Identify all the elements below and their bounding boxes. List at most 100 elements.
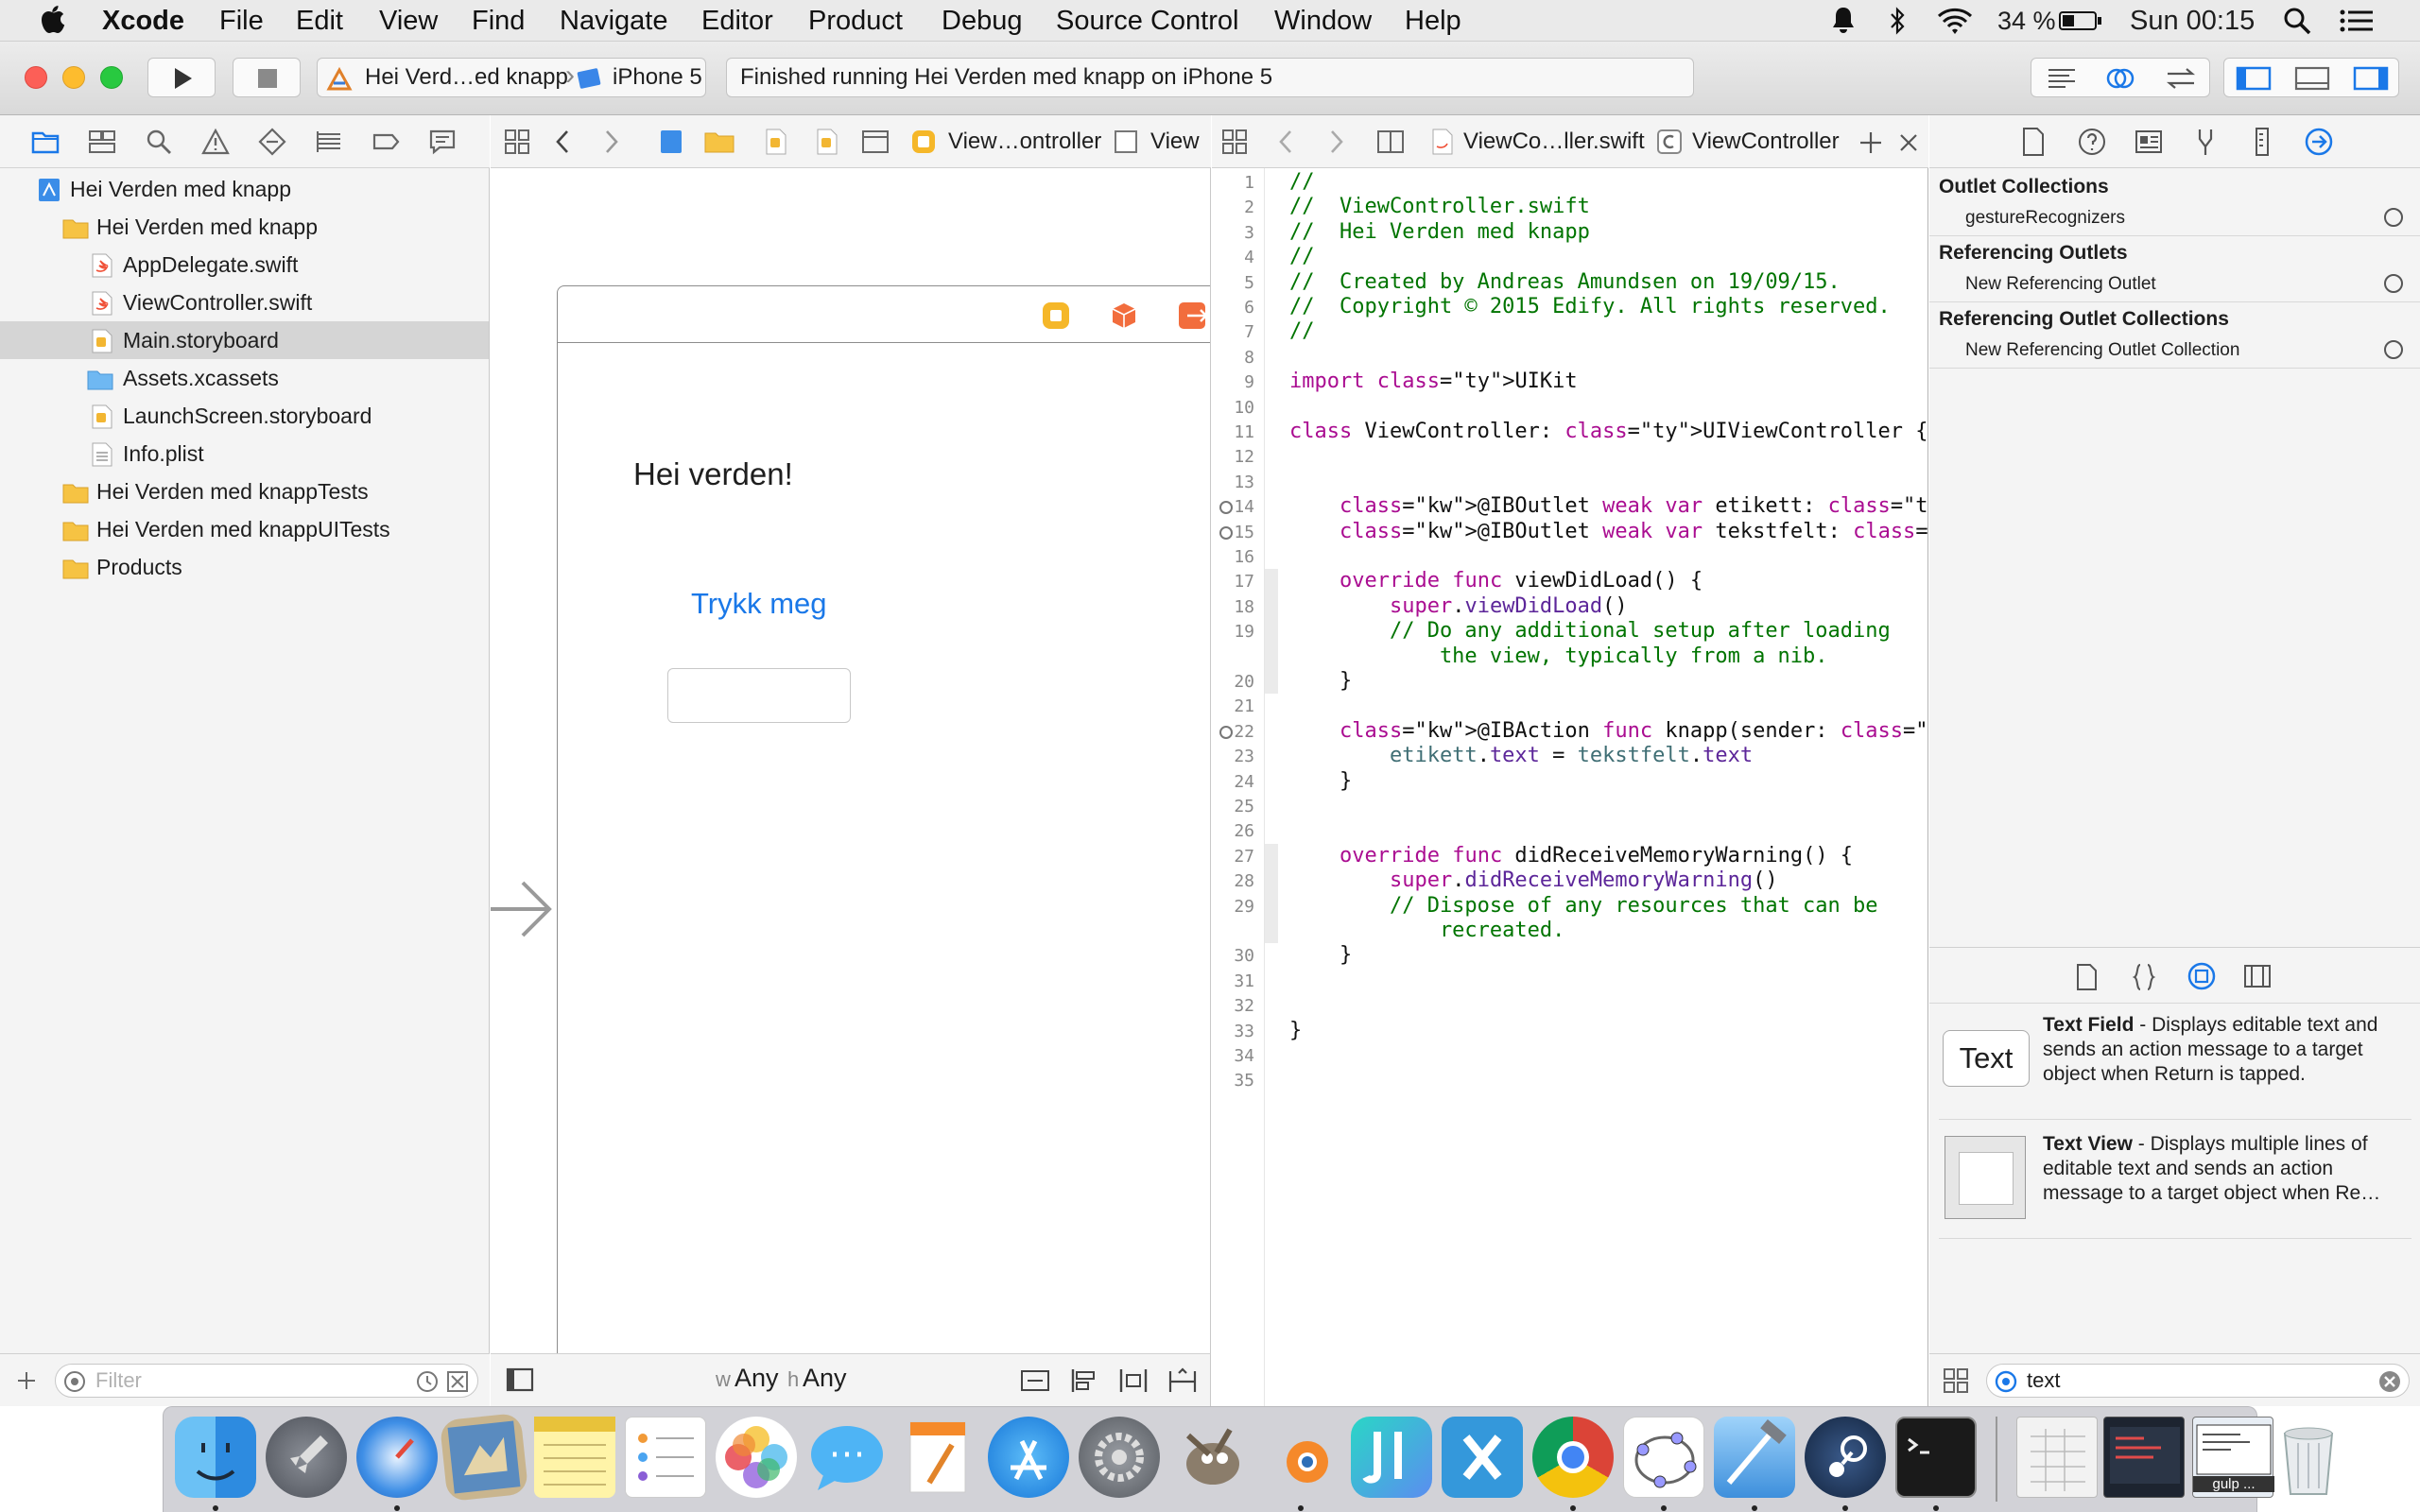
test-navigator-tab-icon[interactable] <box>257 127 287 157</box>
assistant-editor-icon[interactable] <box>2103 64 2137 93</box>
scene-crumb-icon[interactable] <box>861 129 890 155</box>
text-field[interactable] <box>667 668 851 723</box>
toggle-utilities-icon[interactable] <box>2353 66 2389 91</box>
trash-dock-icon[interactable] <box>2268 1417 2349 1498</box>
code-snippet-library-icon[interactable] <box>2132 963 2156 991</box>
code-line[interactable]: // <box>1289 319 1315 343</box>
add-editor-icon[interactable] <box>1858 130 1883 155</box>
code-line[interactable]: // Hei Verden med knapp <box>1289 220 1590 244</box>
code-line[interactable]: import class="ty">UIKit <box>1289 369 1578 393</box>
report-navigator-tab-icon[interactable] <box>427 127 458 157</box>
project-navigator-tab-icon[interactable] <box>30 127 60 157</box>
menu-edit[interactable]: Edit <box>296 0 343 42</box>
jetbrains-dock-icon[interactable] <box>1351 1417 1432 1498</box>
code-line[interactable]: } <box>1289 943 1352 967</box>
zoom-window-button[interactable] <box>100 66 123 89</box>
class-symbol-icon[interactable] <box>1656 129 1683 155</box>
code-line[interactable]: // <box>1289 170 1315 194</box>
gimp-dock-icon[interactable] <box>1169 1417 1251 1498</box>
identity-inspector-icon[interactable] <box>2134 127 2164 157</box>
menu-file[interactable]: File <box>219 0 264 42</box>
size-class-width[interactable]: Any <box>735 1364 779 1393</box>
library-item-text-view[interactable]: Text View - Displays multiple lines of e… <box>1929 1123 2420 1242</box>
tree-item-tests-group[interactable]: Hei Verden med knappTests <box>0 472 489 510</box>
menu-debug[interactable]: Debug <box>942 0 1022 42</box>
document-outline-toggle-icon[interactable] <box>506 1367 534 1392</box>
tree-item-viewcontroller[interactable]: ViewController.swift <box>0 284 489 321</box>
wifi-icon[interactable] <box>1936 6 1974 36</box>
xcode-dock-icon[interactable] <box>1714 1417 1795 1498</box>
menu-view[interactable]: View <box>379 0 438 42</box>
bluetooth-icon[interactable] <box>1887 6 1908 36</box>
mail-dock-icon[interactable] <box>439 1412 529 1503</box>
attributes-inspector-icon[interactable] <box>2190 127 2221 157</box>
jump-bar-scene-label[interactable]: View…ontroller <box>948 115 1101 167</box>
back-chevron-icon[interactable] <box>1276 129 1295 155</box>
hello-label[interactable]: Hei verden! <box>633 456 793 492</box>
library-item-text-field[interactable]: Text Text Field - Displays editable text… <box>1929 1004 2420 1123</box>
entry-point-arrow-icon[interactable] <box>491 875 553 943</box>
tree-item-main-storyboard[interactable]: Main.storyboard <box>0 321 489 359</box>
messages-dock-icon[interactable] <box>806 1417 888 1498</box>
menu-editor[interactable]: Editor <box>701 0 773 42</box>
code-line[interactable]: recreated. <box>1289 919 1564 942</box>
menu-source-control[interactable]: Source Control <box>1056 0 1238 42</box>
app-store-dock-icon[interactable] <box>988 1417 1069 1498</box>
geogebra-dock-icon[interactable] <box>1623 1417 1704 1498</box>
first-responder-dock-icon[interactable] <box>1110 301 1138 330</box>
tree-item-appdelegate[interactable]: AppDelegate.swift <box>0 246 489 284</box>
object-library-icon[interactable] <box>2187 961 2217 991</box>
back-chevron-icon[interactable] <box>553 129 572 155</box>
find-navigator-tab-icon[interactable] <box>144 127 174 157</box>
unsaved-files-icon[interactable] <box>445 1369 470 1394</box>
referencing-outlet-collection-circle[interactable] <box>2384 340 2403 359</box>
menubar-clock[interactable]: Sun 00:15 <box>2130 0 2255 42</box>
project-crumb-icon[interactable] <box>659 129 683 155</box>
code-line[interactable]: class ViewController: class="ty">UIViewC… <box>1289 420 1927 443</box>
system-preferences-dock-icon[interactable] <box>1079 1417 1160 1498</box>
code-line[interactable]: // Dispose of any resources that can be <box>1289 894 1878 918</box>
related-items-icon[interactable] <box>504 129 532 155</box>
terminal-dock-icon[interactable] <box>1895 1417 1977 1498</box>
battery-icon[interactable] <box>2058 6 2103 36</box>
minimized-window-dock-icon[interactable] <box>2103 1417 2185 1498</box>
view-controller-scene[interactable]: Hei verden! Trykk meg <box>557 285 1210 1353</box>
swift-file-crumb-icon[interactable] <box>1431 129 1454 155</box>
file-template-library-icon[interactable] <box>2075 963 2100 991</box>
tree-item-project[interactable]: Hei Verden med knapp <box>0 170 489 208</box>
minimize-window-button[interactable] <box>62 66 85 89</box>
tree-item-launchscreen[interactable]: LaunchScreen.storyboard <box>0 397 489 435</box>
size-inspector-icon[interactable] <box>2247 127 2277 157</box>
related-items-icon[interactable] <box>1221 129 1250 155</box>
code-line[interactable]: class="kw">@IBAction func knapp(sender: … <box>1289 719 1927 743</box>
outlet-connection-circle[interactable] <box>2384 208 2403 227</box>
outlet-connection-indicator-icon[interactable] <box>1219 525 1233 540</box>
code-folding-ribbon[interactable] <box>1265 843 1278 944</box>
spotlight-search-icon[interactable] <box>2282 6 2312 36</box>
issue-navigator-tab-icon[interactable] <box>200 127 231 157</box>
version-editor-icon[interactable] <box>2164 66 2198 91</box>
file-inspector-icon[interactable] <box>2020 127 2047 157</box>
forward-chevron-icon[interactable] <box>1327 129 1346 155</box>
storyboard-base-crumb-icon[interactable] <box>816 129 838 155</box>
code-line[interactable]: } <box>1289 669 1352 693</box>
code-line[interactable]: // <box>1289 245 1315 268</box>
code-line[interactable]: class="kw">@IBOutlet weak var tekstfelt:… <box>1289 520 1927 543</box>
finder-dock-icon[interactable] <box>175 1417 256 1498</box>
pages-dock-icon[interactable] <box>897 1417 978 1498</box>
reminders-dock-icon[interactable] <box>625 1417 706 1498</box>
menu-window[interactable]: Window <box>1274 0 1372 42</box>
tree-item-info-plist[interactable]: Info.plist <box>0 435 489 472</box>
exit-dock-icon[interactable] <box>1178 301 1210 330</box>
toggle-navigator-icon[interactable] <box>2236 66 2272 91</box>
trykk-meg-button[interactable]: Trykk meg <box>691 587 827 621</box>
code-line[interactable]: } <box>1289 1019 1302 1042</box>
media-library-icon[interactable] <box>2243 963 2272 989</box>
counterparts-icon[interactable] <box>1376 129 1405 155</box>
code-line[interactable]: // Copyright © 2015 Edify. All rights re… <box>1289 295 1891 318</box>
standard-editor-icon[interactable] <box>2045 66 2079 91</box>
navigator-filter-input[interactable]: Filter <box>55 1364 478 1398</box>
view-crumb-icon[interactable] <box>1113 129 1139 155</box>
xamarin-dock-icon[interactable] <box>1442 1417 1523 1498</box>
close-editor-icon[interactable] <box>1898 132 1919 153</box>
